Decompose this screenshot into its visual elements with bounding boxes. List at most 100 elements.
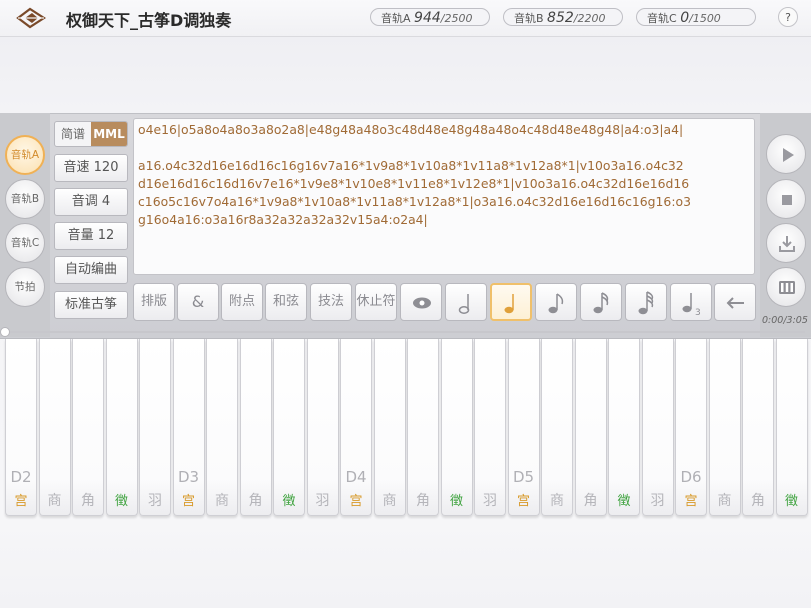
pitch-label: 宫 [14,494,28,509]
top-bar: 权御天下_古筝D调独奏 音轨A 944/2500 音轨B 852/2200 音轨… [0,0,811,37]
mml-editor[interactable]: o4e16|o5a8o4a8o3a8o2a8|e48g48a48o3c48d48… [133,118,755,275]
volume-button[interactable]: 音量 12 [54,222,128,250]
string-key[interactable]: 角 [239,339,272,516]
pitch-label: 羽 [148,493,162,509]
string-key[interactable]: 商 [38,339,71,516]
metronome-button[interactable]: 节拍 [5,267,45,307]
track-c-total: /1500 [689,12,721,25]
track-b-label: 音轨B [514,12,544,25]
eighth-note-button[interactable] [535,283,577,321]
string-key[interactable]: 角 [72,339,104,516]
code-line: a16.o4c32d16e16d16c16g16v7a16*1v9a8*1v10… [138,158,684,173]
thirty-second-note-icon [638,291,654,315]
keyboard-button[interactable] [766,267,806,307]
string-key[interactable]: D2 宫 [5,339,37,516]
technique-button[interactable]: 技法 [310,283,352,321]
dot-button[interactable]: 附点 [221,283,263,321]
guzheng-keyboard: D2 宫 商 角 徵 羽 D3 宫 商 角 徵 羽 D4 宫 商 角 徵 羽 D5 宫 商 角 徵 羽 D6 宫 商 角 徵 [0,339,811,519]
string-key[interactable]: 角 [742,339,774,516]
whole-note-icon [458,294,470,314]
string-key[interactable]: 徵 [775,339,808,516]
string-key[interactable]: 羽 [641,339,674,516]
octave-label: D2 [10,468,32,486]
string-key[interactable]: 羽 [306,339,339,516]
playback-progress-track[interactable] [5,331,805,333]
triplet-note-icon: 3 [682,293,701,318]
whole-note-button[interactable] [445,283,487,321]
help-button[interactable]: ? [778,7,798,27]
string-key[interactable]: 角 [574,339,607,516]
pitch-label: 宫 [181,494,195,509]
playback-time: 0:00/3:05 [762,315,808,326]
string-key[interactable]: D5 宫 [507,339,540,516]
play-button[interactable] [766,134,806,174]
string-key[interactable]: 羽 [139,339,171,516]
pitch-label: 羽 [315,493,330,509]
code-line: o4e16|o5a8o4a8o3a8o2a8|e48g48a48o3c48d48… [138,122,684,137]
string-key[interactable]: 商 [541,339,573,516]
pitch-label: 徵 [282,494,296,509]
backspace-button[interactable] [714,283,756,321]
track-c-button[interactable]: 音轨C [5,223,45,263]
stop-button[interactable] [766,179,806,219]
code-line: g16o4a16:o3a16r8a32a32a32a32v15a4:o2a4| [138,212,428,227]
auto-compose-button[interactable]: 自动编曲 [54,256,128,284]
page-title: 权御天下_古筝D调独奏 [66,11,232,30]
string-key[interactable]: D3 宫 [172,339,205,516]
chord-button[interactable]: 和弦 [265,283,307,321]
notation-toggle[interactable]: 简谱 MML [54,121,128,147]
string-key[interactable]: 商 [206,339,238,516]
layout-button[interactable]: 排版 [133,283,175,321]
sixteenth-note-icon [593,292,609,314]
track-b-total: /2200 [573,12,606,25]
play-icon [783,148,794,162]
pitch-label: 商 [215,493,229,509]
pitch-label: 徵 [784,494,798,509]
track-a-count: 944 [414,10,441,26]
thirty-second-note-button[interactable] [625,283,667,321]
string-key[interactable]: 徵 [608,339,640,516]
pitch-label: 宫 [349,494,363,509]
stop-icon [782,195,792,205]
sixteenth-note-button[interactable] [580,283,622,321]
notation-mml-option[interactable]: MML [91,122,127,146]
pitch-label: 角 [248,493,263,509]
tempo-button[interactable]: 音速 120 [54,154,128,182]
track-b-counter: 音轨B 852/2200 [503,8,623,26]
view-button[interactable] [400,283,442,321]
octave-label: D6 [680,468,702,486]
key-button[interactable]: 音调 4 [54,188,128,216]
playback-progress-knob[interactable] [0,327,10,337]
string-key[interactable]: 徵 [273,339,305,516]
pitch-label: 商 [382,493,397,509]
notation-jianpu-option[interactable]: 简谱 [55,122,91,146]
string-key[interactable]: 商 [708,339,741,516]
string-key[interactable]: D6 宫 [675,339,707,516]
ampersand-button[interactable]: & [177,283,219,321]
backspace-icon [726,297,744,309]
pitch-label: 徵 [114,494,128,509]
track-b-button[interactable]: 音轨B [5,179,45,219]
pitch-label: 角 [416,493,430,509]
svg-text:3: 3 [695,308,701,318]
string-key[interactable]: 商 [373,339,406,516]
string-key[interactable]: 角 [407,339,439,516]
logo-icon[interactable] [16,7,46,29]
string-key[interactable]: 羽 [474,339,506,516]
code-line: c16o5c16v7o4a16*1v9a8*1v10a8*1v11a8*1v12… [138,194,691,209]
string-key[interactable]: 徵 [105,339,138,516]
rest-button[interactable]: 休止符 [355,283,397,321]
track-c-counter: 音轨C 0/1500 [636,8,756,26]
string-key[interactable]: 徵 [440,339,473,516]
string-key[interactable]: D4 宫 [340,339,372,516]
download-button[interactable] [766,223,806,263]
instrument-button[interactable]: 标准古筝 [54,291,128,319]
triplet-note-button[interactable]: 3 [670,283,712,321]
pitch-label: 羽 [483,493,497,509]
pitch-label: 徵 [617,494,631,509]
track-a-button[interactable]: 音轨A [5,135,45,175]
quarter-note-button[interactable] [490,283,532,321]
code-line: d16e16d16c16d16v7e16*1v9e8*1v10e8*1v11e8… [138,176,690,191]
pitch-label: 宫 [684,494,698,509]
pitch-label: 徵 [449,494,463,509]
